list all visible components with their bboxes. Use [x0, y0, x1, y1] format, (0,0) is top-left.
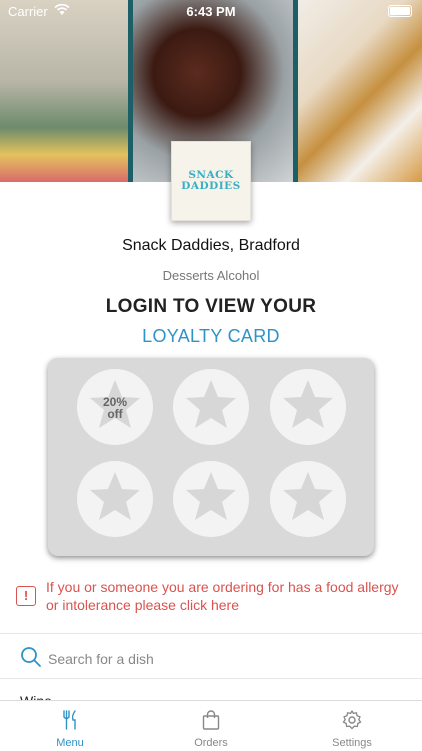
search-input[interactable]: [46, 648, 400, 670]
restaurant-name: Snack Daddies, Bradford: [122, 237, 300, 254]
bag-icon: [202, 710, 220, 730]
battery-icon: [388, 5, 412, 17]
allergy-notice[interactable]: ! If you or someone you are ordering for…: [14, 576, 414, 618]
tab-label: Settings: [332, 737, 372, 749]
loyalty-stamp: [173, 369, 249, 445]
star-icon: [283, 472, 333, 520]
divider: [0, 678, 422, 679]
cannoli-photo: [298, 0, 422, 182]
loyalty-card-link[interactable]: LOYALTY CARD: [0, 326, 422, 347]
loyalty-stamp: [173, 461, 249, 537]
allergy-text: If you or someone you are ordering for h…: [46, 579, 399, 613]
tab-orders[interactable]: Orders: [141, 701, 281, 751]
star-icon: [283, 380, 333, 428]
loyalty-stamp: [270, 369, 346, 445]
star-icon: [186, 380, 236, 428]
loyalty-stamp: [77, 461, 153, 537]
clock: 6:43 PM: [186, 4, 236, 19]
tab-menu[interactable]: Menu: [0, 701, 140, 751]
offer-off: off: [107, 407, 123, 421]
fork-knife-icon: [63, 710, 76, 730]
search-bar[interactable]: [0, 640, 422, 678]
restaurant-logo: SNACK DADDIES: [171, 141, 251, 221]
tab-label: Menu: [56, 737, 84, 749]
star-icon: [186, 472, 236, 520]
loyalty-stamp: [270, 461, 346, 537]
star-icon: [90, 472, 140, 520]
loyalty-card[interactable]: 20% off: [48, 358, 374, 556]
loyalty-stamp: 20% off: [77, 369, 153, 445]
logo-line-2: DADDIES: [181, 180, 241, 192]
search-icon: [21, 647, 41, 667]
tab-bar: Menu Orders Settings: [0, 700, 422, 751]
cuisine-tags: Desserts Alcohol: [162, 268, 260, 283]
exclamation-icon: !: [16, 586, 36, 606]
tab-label: Orders: [194, 737, 228, 749]
login-heading: LOGIN TO VIEW YOUR: [105, 296, 317, 317]
stamp-offer: 20% off: [77, 396, 153, 420]
drinks-photo: [0, 0, 128, 182]
status-bar: Carrier 6:43 PM: [0, 0, 422, 22]
tab-settings[interactable]: Settings: [282, 701, 422, 751]
gear-icon: [342, 710, 362, 730]
divider: [0, 633, 422, 634]
